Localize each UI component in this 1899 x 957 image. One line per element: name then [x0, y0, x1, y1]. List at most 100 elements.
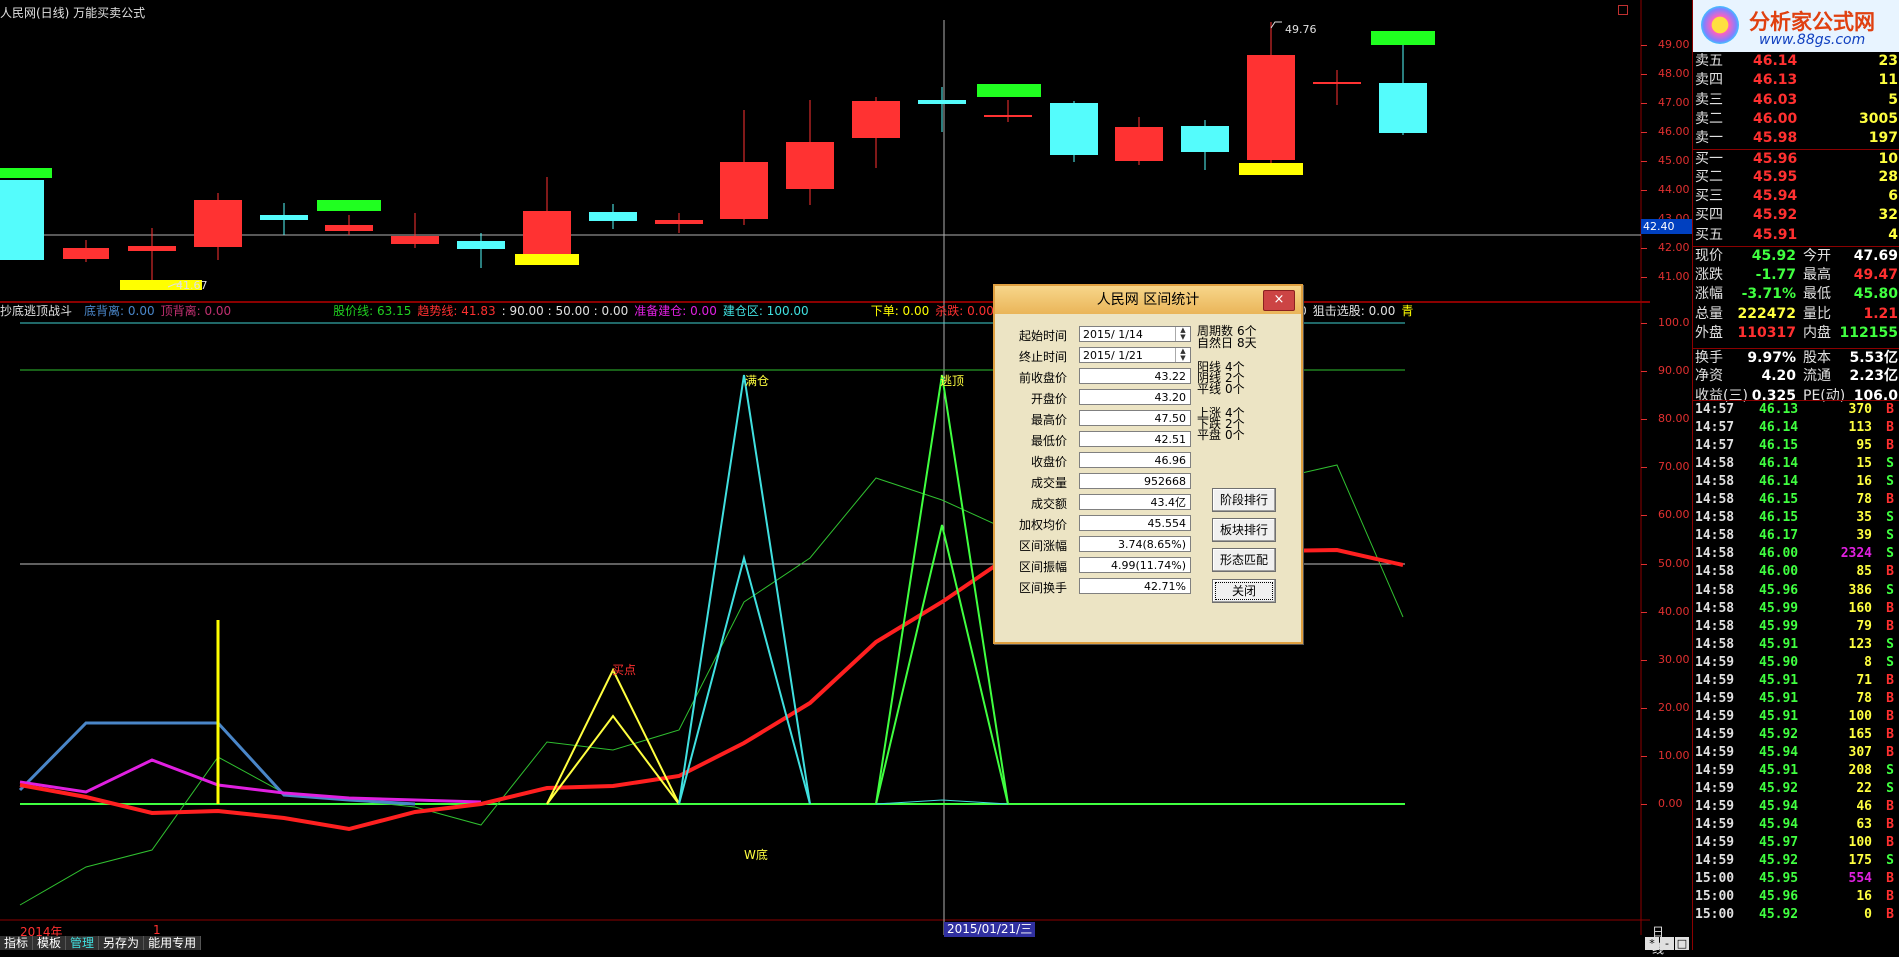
- indicator-value: 顶背离: 0.00: [160, 304, 232, 318]
- bottom-tab[interactable]: 能用专用: [144, 936, 202, 950]
- dialog-stat-value: 0个: [1225, 382, 1245, 396]
- order-price: 45.95: [1753, 168, 1798, 185]
- order-book-row[interactable]: 买三 45.94 6: [1693, 187, 1899, 206]
- order-price: 46.13: [1753, 72, 1798, 89]
- bottom-tab[interactable]: 指标: [0, 936, 34, 950]
- order-price: 45.92: [1753, 207, 1798, 224]
- dialog-stat-label: 自然日: [1197, 336, 1234, 350]
- tick-row: 14:59 45.91 78 B: [1693, 690, 1899, 708]
- dialog-field-label: 最低价: [1030, 434, 1067, 448]
- tick-volume: 85: [1856, 564, 1872, 580]
- tick-volume: 16: [1856, 474, 1872, 490]
- dialog-field-text: 45.554: [1147, 517, 1187, 530]
- dialog-stat: 平线 0个: [1197, 382, 1245, 396]
- candle: [1247, 55, 1295, 160]
- price-axis-tickmark: [1641, 45, 1647, 46]
- tick-time: 14:58: [1695, 600, 1735, 616]
- tick-time: 14:59: [1695, 690, 1735, 706]
- order-book-row[interactable]: 买五 45.91 4: [1693, 226, 1899, 245]
- tick-price: 45.92: [1759, 781, 1799, 797]
- dialog-stage-ranking-button[interactable]: 阶段排行: [1212, 488, 1276, 512]
- order-book-row[interactable]: 买一 45.96 10: [1693, 148, 1899, 169]
- tick-price: 45.95: [1759, 871, 1799, 887]
- bottom-tab[interactable]: 模板: [33, 936, 67, 950]
- tick-row: 14:57 46.14 113 B: [1693, 419, 1899, 437]
- tick-time: 14:59: [1695, 763, 1735, 778]
- tick-row: 14:58 45.99 79 B: [1693, 618, 1899, 636]
- dialog-field-label: 成交额: [1030, 497, 1067, 511]
- tick-row: 14:57 46.15 95 B: [1693, 437, 1899, 455]
- order-book-row[interactable]: 卖一 45.98 197: [1693, 129, 1899, 148]
- tick-direction: B: [1886, 438, 1894, 454]
- order-book-row[interactable]: 卖四 46.13 11: [1693, 71, 1899, 90]
- bottom-control-minus[interactable]: -: [1660, 937, 1674, 950]
- quote-value: 47.69: [1853, 248, 1898, 264]
- tick-volume: 100: [1848, 835, 1872, 851]
- order-book-row[interactable]: 卖三 46.03 5: [1693, 91, 1899, 110]
- bottom-control-star[interactable]: *: [1645, 937, 1659, 950]
- tick-direction: B: [1886, 726, 1894, 742]
- dialog-field-label: 收盘价: [1030, 455, 1067, 469]
- dialog-date-picker[interactable]: 2015/ 1/14 ▲ ▼: [1079, 326, 1191, 342]
- dialog-close-button[interactable]: ×: [1263, 290, 1295, 311]
- indicator-axis-tickmark: [1641, 659, 1647, 661]
- quote-stat-row: 涨跌 -1.77 最高 49.47: [1693, 266, 1899, 285]
- order-book-row[interactable]: 卖五 46.14 23: [1693, 52, 1899, 71]
- tick-row: 14:59 45.97 100 B: [1693, 834, 1899, 852]
- quote-value: 222472: [1737, 305, 1796, 322]
- chart-canvas[interactable]: [0, 0, 1692, 950]
- candle: [589, 212, 637, 221]
- tick-direction: B: [1886, 402, 1894, 417]
- dialog-stat: 平盘 0个: [1197, 428, 1245, 442]
- order-price: 45.94: [1753, 188, 1798, 205]
- candle: [128, 246, 176, 251]
- tick-time: 14:58: [1695, 636, 1735, 652]
- dialog-date-picker[interactable]: 2015/ 1/21 ▲ ▼: [1079, 347, 1191, 363]
- flower-logo-icon: [1701, 6, 1739, 44]
- bottom-tab[interactable]: 管理: [66, 936, 100, 950]
- order-book-row[interactable]: 买二 45.95 28: [1693, 168, 1899, 187]
- dialog-stat-value: 0个: [1225, 428, 1245, 442]
- bottom-tab[interactable]: 另存为: [99, 936, 145, 950]
- tick-volume: 46: [1856, 799, 1872, 815]
- tick-volume: 160: [1848, 600, 1872, 616]
- tick-price: 45.94: [1759, 799, 1799, 815]
- tick-volume: 370: [1848, 402, 1872, 417]
- spin-arrows-icon[interactable]: ▲ ▼: [1175, 327, 1190, 341]
- order-book-row[interactable]: 买四 45.92 32: [1693, 206, 1899, 225]
- quote-label: 最高: [1803, 266, 1831, 283]
- tick-price: 45.97: [1759, 835, 1799, 851]
- tick-time: 14:59: [1695, 835, 1735, 851]
- dialog-titlebar[interactable]: 人民网 区间统计 ×: [995, 286, 1301, 314]
- candle: [523, 211, 571, 255]
- tick-direction: B: [1886, 420, 1894, 436]
- quote-stat-row: 涨幅 -3.71% 最低 45.80: [1693, 285, 1899, 304]
- tick-direction: B: [1886, 690, 1894, 706]
- order-level-label: 买五: [1695, 226, 1723, 243]
- chart-area[interactable]: 人民网(日线) 万能买卖公式 49.76 41.67 49.00 48.00 4…: [0, 0, 1693, 956]
- tick-price: 45.91: [1759, 708, 1799, 724]
- tick-volume: 63: [1856, 817, 1872, 833]
- tick-volume: 39: [1856, 528, 1872, 544]
- cyan-line-1: [678, 374, 811, 805]
- order-book-row[interactable]: 卖二 46.00 3005: [1693, 110, 1899, 129]
- dialog-field-value: 43.4亿: [1079, 494, 1191, 510]
- tick-price: 46.14: [1759, 456, 1799, 472]
- dialog-stat-label: 平盘: [1197, 428, 1222, 442]
- dialog-sector-ranking-button[interactable]: 板块排行: [1212, 518, 1276, 542]
- spin-arrows-icon[interactable]: ▲ ▼: [1175, 348, 1190, 362]
- tick-direction: S: [1886, 474, 1894, 490]
- tick-time: 14:58: [1695, 618, 1735, 634]
- tick-time: 14:58: [1695, 492, 1735, 508]
- order-price: 46.14: [1753, 53, 1798, 69]
- dialog-close-button[interactable]: 关闭: [1212, 579, 1276, 603]
- dialog-field-label: 开盘价: [1030, 392, 1067, 406]
- tick-volume: 113: [1848, 420, 1872, 436]
- dialog-field-text: 952668: [1144, 475, 1186, 488]
- dialog-field-text: 47.50: [1154, 412, 1187, 425]
- tick-row: 14:58 46.14 16 S: [1693, 473, 1899, 491]
- bottom-controls: * - □: [1645, 936, 1689, 950]
- order-volume: 4: [1888, 226, 1898, 243]
- dialog-pattern-match-button[interactable]: 形态匹配: [1212, 548, 1276, 572]
- bottom-control-box[interactable]: □: [1675, 937, 1689, 950]
